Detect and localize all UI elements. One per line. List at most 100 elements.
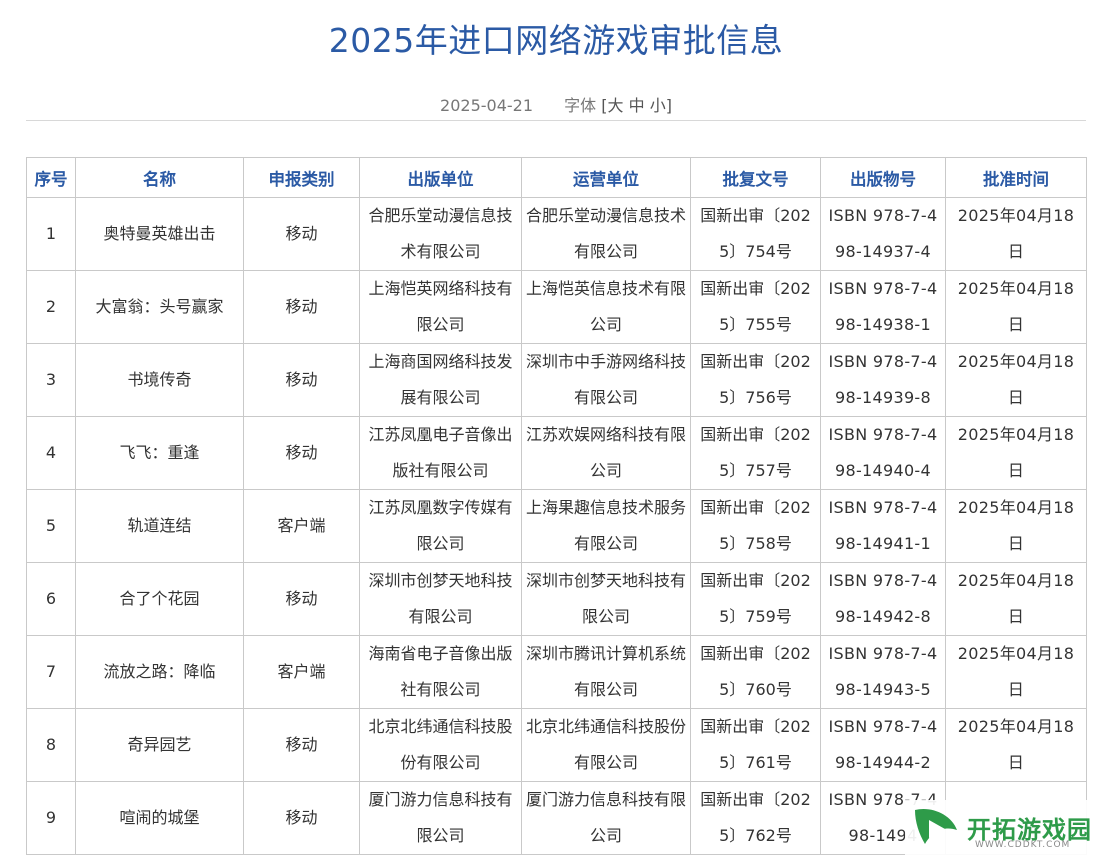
cell-isbn: ISBN 978-7-498-14942-8 (820, 562, 946, 636)
cell-approval-date: 2025年04月18日 (945, 708, 1087, 782)
cell-approval-date: 2025年04月18日 (945, 197, 1087, 271)
column-header: 批准时间 (945, 157, 1087, 198)
column-header: 出版物号 (820, 157, 946, 198)
cell-approval-number: 国新出审〔2025〕758号 (690, 489, 821, 563)
cell-index: 4 (26, 416, 76, 490)
cell-category: 移动 (243, 270, 360, 344)
cell-publisher: 合肥乐堂动漫信息技术有限公司 (359, 197, 522, 271)
table-row: 8 奇异园艺 移动 北京北纬通信科技股份有限公司 北京北纬通信科技股份有限公司 国新出审〔… (26, 708, 1087, 782)
cell-operator: 上海恺英信息技术有限公司 (521, 270, 691, 344)
table-header-row: 序号 名称 申报类别 出版单位 运营单位 批复文号 出版物号 批准时间 (26, 157, 1087, 198)
table-row: 5 轨道连结 客户端 江苏凤凰数字传媒有限公司 上海果趣信息技术服务有限公司 国新出审〔2… (26, 489, 1087, 563)
cell-index: 8 (26, 708, 76, 782)
cell-game-name: 奥特曼英雄出击 (75, 197, 244, 271)
cell-approval-date: 2025年04月18日 (945, 270, 1087, 344)
cell-index: 5 (26, 489, 76, 563)
cell-publisher: 上海恺英网络科技有限公司 (359, 270, 522, 344)
cell-approval-number: 国新出审〔2025〕761号 (690, 708, 821, 782)
cell-approval-number: 国新出审〔2025〕754号 (690, 197, 821, 271)
table-row: 7 流放之路：降临 客户端 海南省电子音像出版社有限公司 深圳市腾讯计算机系统有限公司国… (26, 635, 1087, 709)
cell-approval-number: 国新出审〔2025〕755号 (690, 270, 821, 344)
cell-index: 9 (26, 781, 76, 855)
cell-operator: 深圳市中手游网络科技有限公司 (521, 343, 691, 417)
cell-publisher: 北京北纬通信科技股份有限公司 (359, 708, 522, 782)
cell-index: 2 (26, 270, 76, 344)
cell-isbn: ISBN 978-7-498-14937-4 (820, 197, 946, 271)
cell-isbn: ISBN 978-7-498-14940-4 (820, 416, 946, 490)
font-bracket-close: ] (665, 96, 672, 115)
cell-operator: 深圳市腾讯计算机系统有限公司 (521, 635, 691, 709)
cell-approval-number: 国新出审〔2025〕757号 (690, 416, 821, 490)
cell-publisher: 江苏凤凰数字传媒有限公司 (359, 489, 522, 563)
cell-game-name: 合了个花园 (75, 562, 244, 636)
publish-date: 2025-04-21 (440, 96, 534, 115)
table-row: 4 飞飞：重逢 移动 江苏凤凰电子音像出版社有限公司 江苏欢娱网络科技有限公司 国新出审〔… (26, 416, 1087, 490)
cell-game-name: 飞飞：重逢 (75, 416, 244, 490)
cell-isbn: ISBN 978-7-498-14938-1 (820, 270, 946, 344)
cell-index: 3 (26, 343, 76, 417)
table-row: 6 合了个花园 移动 深圳市创梦天地科技有限公司 深圳市创梦天地科技有限公司 国新出审〔2… (26, 562, 1087, 636)
table-row: 1 奥特曼英雄出击 移动 合肥乐堂动漫信息技术有限公司 合肥乐堂动漫信息技术有限公司 国新… (26, 197, 1087, 271)
cell-operator: 北京北纬通信科技股份有限公司 (521, 708, 691, 782)
cell-category: 移动 (243, 781, 360, 855)
header-divider (26, 120, 1086, 121)
cell-approval-date: 2025年04月18日 (945, 562, 1087, 636)
cell-approval-number: 国新出审〔2025〕762号 (690, 781, 821, 855)
cell-category: 移动 (243, 197, 360, 271)
site-watermark: 开拓游戏园 WWW.CDDKT.COM (905, 800, 1105, 856)
column-header: 名称 (75, 157, 244, 198)
cell-publisher: 厦门游力信息科技有限公司 (359, 781, 522, 855)
cell-operator: 合肥乐堂动漫信息技术有限公司 (521, 197, 691, 271)
cell-approval-number: 国新出审〔2025〕760号 (690, 635, 821, 709)
table-body: 1 奥特曼英雄出击 移动 合肥乐堂动漫信息技术有限公司 合肥乐堂动漫信息技术有限公司 国新… (26, 197, 1087, 855)
column-header: 出版单位 (359, 157, 522, 198)
cell-operator: 厦门游力信息科技有限公司 (521, 781, 691, 855)
cell-approval-date: 2025年04月18日 (945, 635, 1087, 709)
cell-index: 6 (26, 562, 76, 636)
page-title: 2025年进口网络游戏审批信息 (328, 21, 784, 60)
column-header: 申报类别 (243, 157, 360, 198)
table-row: 2 大富翁：头号赢家 移动 上海恺英网络科技有限公司 上海恺英信息技术有限公司 国新出审〔… (26, 270, 1087, 344)
cell-isbn: ISBN 978-7-498-14943-5 (820, 635, 946, 709)
cell-approval-date: 2025年04月18日 (945, 489, 1087, 563)
cell-publisher: 上海商国网络科技发展有限公司 (359, 343, 522, 417)
cell-category: 移动 (243, 343, 360, 417)
cell-publisher: 江苏凤凰电子音像出版社有限公司 (359, 416, 522, 490)
approval-table: 序号 名称 申报类别 出版单位 运营单位 批复文号 出版物号 批准时间 1 奥特曼英雄出击 移动合… (26, 157, 1087, 855)
cell-approval-number: 国新出审〔2025〕759号 (690, 562, 821, 636)
font-size-small-button[interactable]: 小 (650, 96, 666, 115)
cell-approval-date: 2025年04月18日 (945, 343, 1087, 417)
cell-game-name: 喧闹的城堡 (75, 781, 244, 855)
cell-category: 移动 (243, 416, 360, 490)
font-size-label: 字体 (564, 96, 597, 115)
column-header: 批复文号 (690, 157, 821, 198)
cell-category: 客户端 (243, 489, 360, 563)
font-size-medium-button[interactable]: 中 (629, 96, 645, 115)
font-size-large-button[interactable]: 大 (607, 96, 623, 115)
cell-operator: 江苏欢娱网络科技有限公司 (521, 416, 691, 490)
column-header: 序号 (26, 157, 76, 198)
cell-index: 1 (26, 197, 76, 271)
cell-index: 7 (26, 635, 76, 709)
watermark-url: WWW.CDDKT.COM (975, 840, 1071, 850)
cell-game-name: 流放之路：降临 (75, 635, 244, 709)
cell-isbn: ISBN 978-7-498-14944-2 (820, 708, 946, 782)
cell-category: 移动 (243, 562, 360, 636)
table-row: 3 书境传奇 移动 上海商国网络科技发展有限公司 深圳市中手游网络科技有限公司 国新出审〔… (26, 343, 1087, 417)
cell-game-name: 大富翁：头号赢家 (75, 270, 244, 344)
cell-isbn: ISBN 978-7-498-14941-1 (820, 489, 946, 563)
leaf-play-logo-icon (915, 808, 957, 844)
column-header: 运营单位 (521, 157, 691, 198)
cell-game-name: 书境传奇 (75, 343, 244, 417)
cell-approval-date: 2025年04月18日 (945, 416, 1087, 490)
cell-isbn: ISBN 978-7-498-14939-8 (820, 343, 946, 417)
cell-game-name: 奇异园艺 (75, 708, 244, 782)
cell-category: 移动 (243, 708, 360, 782)
cell-category: 客户端 (243, 635, 360, 709)
cell-operator: 上海果趣信息技术服务有限公司 (521, 489, 691, 563)
article-meta: 2025-04-21 字体 [大 中 小] (0, 92, 1105, 116)
cell-publisher: 深圳市创梦天地科技有限公司 (359, 562, 522, 636)
cell-game-name: 轨道连结 (75, 489, 244, 563)
cell-publisher: 海南省电子音像出版社有限公司 (359, 635, 522, 709)
cell-operator: 深圳市创梦天地科技有限公司 (521, 562, 691, 636)
